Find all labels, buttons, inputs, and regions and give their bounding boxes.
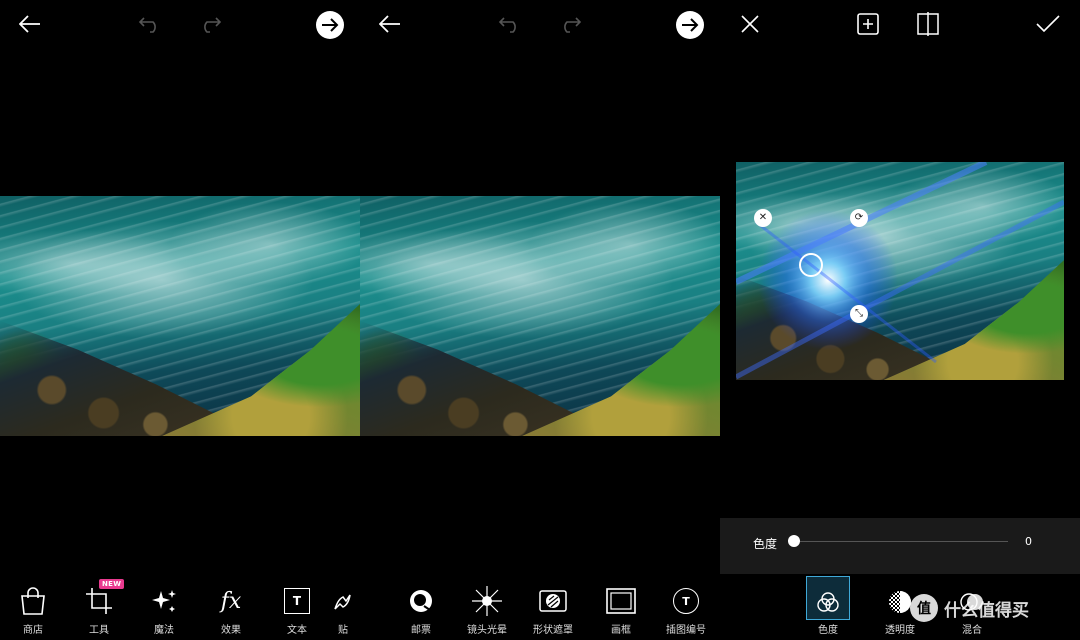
editor-panel-main: 商店 NEW 工具 魔法 fx 效果 T 文本 贴: [0, 0, 360, 640]
photo-canvas[interactable]: [0, 196, 360, 436]
photo-canvas[interactable]: [360, 196, 720, 436]
resize-icon: ⤡: [855, 308, 863, 319]
tool-label: 插图编号: [666, 625, 706, 636]
slider-label: 色度: [753, 537, 778, 551]
tool-callout[interactable]: T 插图编号: [656, 580, 716, 636]
bag-icon: [17, 585, 49, 617]
tab-label: 混合: [962, 625, 982, 636]
slider-value: 0: [1025, 535, 1032, 548]
close-icon: ✕: [758, 212, 768, 223]
undo-button[interactable]: [134, 10, 166, 38]
add-square-icon: [857, 13, 879, 35]
tool-effects[interactable]: fx 效果: [201, 580, 261, 637]
apply-button[interactable]: [1034, 10, 1062, 38]
undo-icon: [498, 17, 516, 33]
tool-label: 镜头光晕: [467, 625, 507, 636]
watermark-logo: 值: [910, 594, 938, 622]
tool-label: 贴: [338, 625, 348, 636]
frame-icon: [605, 585, 637, 617]
text-icon: T: [281, 585, 313, 617]
remove-handle[interactable]: ✕: [754, 209, 772, 227]
stamp-icon: [405, 585, 437, 617]
new-badge: NEW: [99, 579, 125, 589]
redo-button[interactable]: [554, 10, 586, 38]
rotate-icon: ⟳: [854, 212, 864, 223]
sticker-icon: [327, 585, 359, 617]
lens-flare-editor-panel: ✕ ⟳ ⤡ 色度 0 色度 透明度 混合 值 什么值得买: [720, 0, 1080, 640]
flip-icon: [917, 12, 939, 36]
sparkle-icon: [148, 585, 180, 617]
tool-label: 魔法: [154, 625, 174, 636]
close-icon: [741, 15, 759, 33]
arrow-right-circle-icon: [676, 11, 704, 39]
arrow-left-icon: [379, 15, 400, 33]
rotate-handle[interactable]: ⟳: [850, 209, 868, 227]
next-button[interactable]: [674, 9, 706, 41]
effects-bar: 邮票 镜头光晕 形状遮罩 画框 T 插图编号: [360, 576, 720, 640]
photo-canvas[interactable]: ✕ ⟳ ⤡: [736, 162, 1064, 380]
add-layer-button[interactable]: [854, 10, 882, 38]
tool-label: 效果: [221, 625, 241, 636]
tab-label: 透明度: [885, 625, 915, 636]
arrow-left-icon: [19, 15, 40, 33]
watermark-text: 什么值得买: [944, 600, 1029, 621]
back-button[interactable]: [374, 10, 406, 38]
tab-hue[interactable]: 色度: [796, 576, 860, 636]
slider-track[interactable]: [793, 541, 1008, 542]
hue-icon: [806, 587, 850, 617]
tool-shape-mask[interactable]: 形状遮罩: [523, 580, 583, 636]
lens-flare-overlay: [736, 162, 1064, 380]
flip-button[interactable]: [914, 10, 942, 38]
tool-label: 工具: [89, 625, 109, 636]
tool-magic[interactable]: 魔法: [134, 580, 194, 636]
cancel-button[interactable]: [736, 10, 764, 38]
tool-tools[interactable]: NEW 工具: [69, 579, 129, 636]
hue-slider-bar: 色度 0: [720, 518, 1080, 574]
callout-icon: T: [670, 585, 702, 617]
fx-icon: fx: [220, 588, 242, 614]
next-button[interactable]: [314, 9, 346, 41]
tool-label: 邮票: [411, 625, 431, 636]
tab-label: 色度: [818, 625, 838, 636]
flare-center-handle[interactable]: [799, 253, 823, 277]
undo-button[interactable]: [494, 10, 526, 38]
redo-icon: [204, 17, 222, 33]
tool-frame[interactable]: 画框: [591, 580, 651, 636]
arrow-right-circle-icon: [316, 11, 344, 39]
tool-text[interactable]: T 文本: [267, 580, 327, 636]
watermark: 值 什么值得买: [910, 594, 1029, 622]
tool-sticker[interactable]: 贴: [326, 580, 360, 636]
undo-icon: [138, 17, 156, 33]
shape-mask-icon: [537, 585, 569, 617]
tool-bar: 商店 NEW 工具 魔法 fx 效果 T 文本 贴: [0, 576, 360, 640]
lens-flare-icon: [471, 585, 503, 617]
tool-lens-flare[interactable]: 镜头光晕: [457, 580, 517, 636]
redo-icon: [564, 17, 582, 33]
redo-button[interactable]: [194, 10, 226, 38]
tool-label: 形状遮罩: [533, 625, 573, 636]
crop-icon: NEW: [83, 579, 125, 617]
tool-shop[interactable]: 商店: [3, 580, 63, 636]
slider-thumb[interactable]: [788, 535, 800, 547]
tool-label: 文本: [287, 625, 307, 636]
resize-handle[interactable]: ⤡: [850, 305, 868, 323]
tool-label: 商店: [23, 625, 43, 636]
editor-panel-effects: 邮票 镜头光晕 形状遮罩 画框 T 插图编号: [360, 0, 720, 640]
check-icon: [1036, 15, 1060, 33]
back-button[interactable]: [14, 10, 46, 38]
tool-stamp[interactable]: 邮票: [391, 580, 451, 636]
tool-label: 画框: [611, 625, 631, 636]
